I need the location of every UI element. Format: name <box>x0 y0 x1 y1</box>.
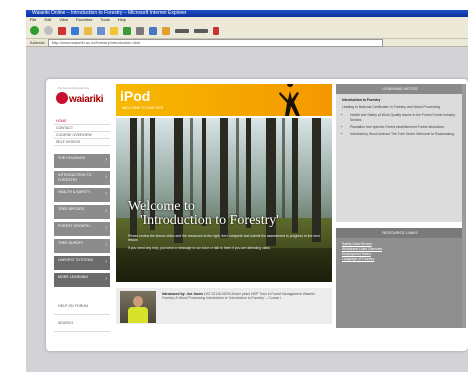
utility-nav: HOME CONTACT COURSE OVERVIEW SELF ASSESS <box>54 118 110 146</box>
resource-link[interactable]: Language of Forestry <box>342 257 458 262</box>
chevron-right-icon: › <box>105 225 107 231</box>
hero-heading-line1: Welcome to <box>128 199 195 214</box>
learning-notes-list: Health and Safety at Work Quality Issues… <box>342 113 458 136</box>
window-title: Waiariki Online – Introduction to Forest… <box>32 10 187 16</box>
learning-notes-panel: LEARNING NOTES Introduction to Forestry … <box>336 84 464 222</box>
site-logo[interactable]: the best online learning waiariki <box>52 86 112 110</box>
chevron-right-icon: › <box>105 242 107 248</box>
nav-home[interactable]: HOME <box>54 118 110 125</box>
hero-heading-line2: 'Introduction to Forestry' <box>140 213 279 228</box>
topic-label: HARVEST SYSTEMS <box>58 258 94 262</box>
ad-banner[interactable]: iPod WELCOME TO OUR SITE <box>116 84 332 116</box>
address-bar: Address http://www.waiariki.ac.nz/forest… <box>26 38 468 47</box>
topic-menu: THE HOLDINGS › INTRODUCTION TO FORESTRY › … <box>54 154 110 290</box>
topic-item[interactable]: INTRODUCTION TO FORESTRY › <box>54 171 110 185</box>
topic-label: FOREST GROWTH <box>58 224 90 228</box>
learning-notes-item: Plantation tree species Forest establish… <box>350 125 458 129</box>
hero-image: Welcome to 'Introduction to Forestry' Pl… <box>116 118 332 282</box>
forward-icon[interactable] <box>44 26 53 35</box>
topic-label: MORE LEARNING <box>58 275 89 279</box>
topic-label: TREE SURVEY <box>58 241 84 245</box>
address-input[interactable]: http://www.waiariki.ac.nz/forestry/intro… <box>47 38 383 47</box>
site-sidebar: the best online learning waiariki HOME C… <box>52 84 112 346</box>
back-icon[interactable] <box>30 26 39 35</box>
chevron-right-icon: › <box>105 208 107 214</box>
topic-item[interactable]: FOREST GROWTH › <box>54 222 110 236</box>
address-label: Address <box>30 40 45 45</box>
search-icon[interactable] <box>97 26 105 35</box>
logo-tagline: the best online learning <box>58 86 90 90</box>
help-links: HELP ON FORUM SEARCH <box>54 298 110 332</box>
topic-label: THE HOLDINGS <box>58 156 85 160</box>
chevron-right-icon: › <box>105 191 107 197</box>
window-title-bar: Waiariki Online – Introduction to Forest… <box>26 10 468 17</box>
topic-label: HEALTH & SAFETY <box>58 190 91 194</box>
links-icon[interactable] <box>175 28 189 33</box>
browser-toolbar <box>26 23 468 39</box>
hero-paragraph-1: Please review the lesson video and the r… <box>128 234 320 242</box>
history-icon[interactable] <box>123 26 131 35</box>
learning-notes-title: Introduction to Forestry <box>342 98 381 102</box>
learning-notes-para: Leading to National Certificates in Fore… <box>342 105 441 110</box>
topic-item[interactable]: TREE SPECIES › <box>54 205 110 219</box>
mail-icon[interactable] <box>136 26 144 35</box>
hero-paragraph-2: If you need any help, just send a messag… <box>128 246 271 250</box>
tools-icon[interactable] <box>194 28 208 33</box>
refresh-icon[interactable] <box>71 26 79 35</box>
topic-item[interactable]: TREE SURVEY › <box>54 239 110 253</box>
topic-label: TREE SPECIES <box>58 207 85 211</box>
tutor-vest <box>128 307 148 323</box>
topic-item[interactable]: HARVEST SYSTEMS › <box>54 256 110 270</box>
learning-notes-item: Introductory Wood science The Tree Secto… <box>350 132 458 136</box>
chevron-right-icon: › <box>105 259 107 265</box>
topic-label: INTRODUCTION TO FORESTRY <box>58 173 92 182</box>
chevron-right-icon: › <box>105 174 107 180</box>
favorites-icon[interactable] <box>110 26 118 35</box>
tutor-photo[interactable] <box>120 291 156 323</box>
home-icon[interactable] <box>84 26 92 35</box>
chevron-right-icon: › <box>105 157 107 163</box>
stop-icon[interactable] <box>58 26 66 35</box>
search-link[interactable]: SEARCH <box>54 315 110 332</box>
topic-item[interactable]: MORE LEARNING › <box>54 273 110 287</box>
tutor-head <box>133 296 143 307</box>
introducer-lead: Introduced by: Joe Jones <box>162 292 204 296</box>
logo-name: waiariki <box>69 94 104 105</box>
folder-icon[interactable] <box>162 26 170 35</box>
help-forum-link[interactable]: HELP ON FORUM <box>54 298 110 315</box>
addon-icon[interactable] <box>213 26 219 35</box>
learning-notes-body: Introduction to Forestry Leading to Nati… <box>336 94 464 143</box>
resource-links-panel: RESOURCE LINKS Safety Data Review Worksh… <box>336 228 464 328</box>
banner-brand: iPod <box>120 88 151 104</box>
print-icon[interactable] <box>149 26 157 35</box>
introducer-panel: Introduced by: Joe Jones DAT 02126 ADPA … <box>116 288 332 324</box>
resource-links-header: RESOURCE LINKS <box>336 228 464 238</box>
chevron-right-icon: › <box>105 276 107 282</box>
logo-mark-icon <box>56 92 68 104</box>
dancer-silhouette-icon <box>279 84 300 116</box>
nav-contact[interactable]: CONTACT <box>54 125 110 132</box>
learning-notes-item: Health and Safety at Work Quality Issues… <box>350 113 458 121</box>
topic-item[interactable]: HEALTH & SAFETY › <box>54 188 110 202</box>
learning-notes-header: LEARNING NOTES <box>336 84 464 94</box>
nav-self-assess[interactable]: SELF ASSESS <box>54 139 110 146</box>
topic-item[interactable]: THE HOLDINGS › <box>54 154 110 168</box>
banner-subtitle: WELCOME TO OUR SITE <box>122 106 164 110</box>
introducer-text: Introduced by: Joe Jones DAT 02126 ADPA … <box>162 292 328 301</box>
resource-links-list: Safety Data Review Worksheet Links Overv… <box>336 238 464 266</box>
nav-course-overview[interactable]: COURSE OVERVIEW <box>54 132 110 139</box>
panel-scrollbar[interactable] <box>462 84 466 328</box>
